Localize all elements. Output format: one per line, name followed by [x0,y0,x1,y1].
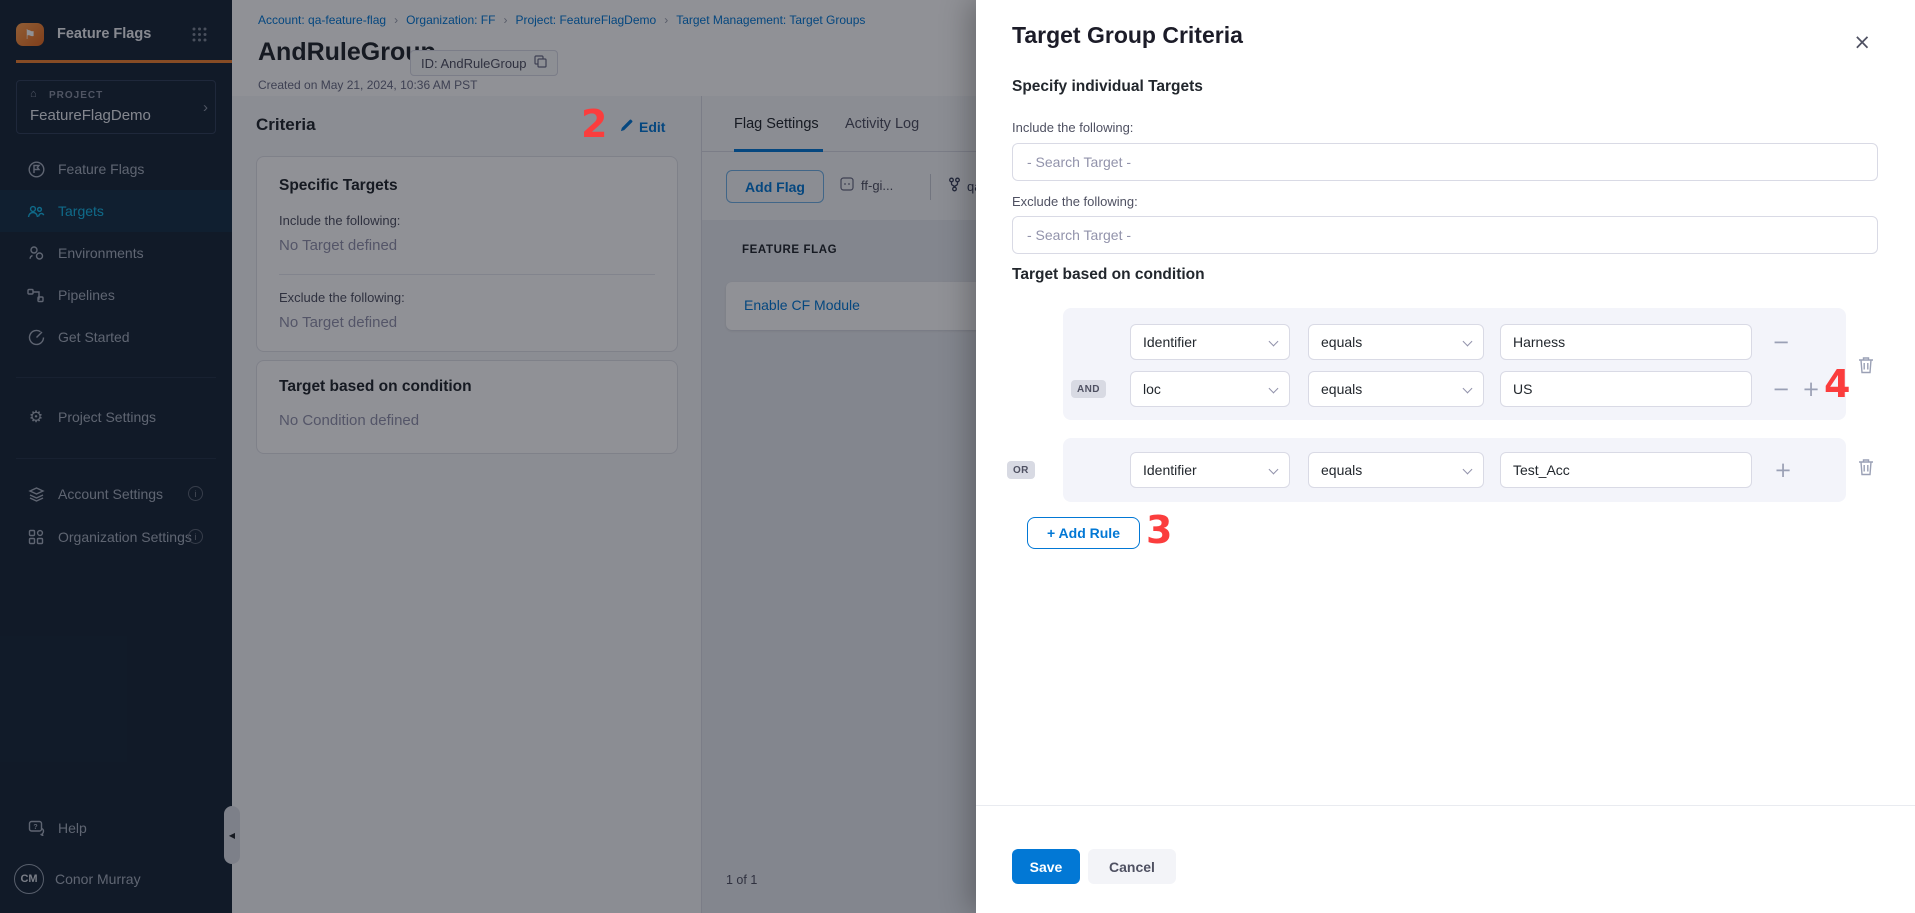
attribute-select[interactable]: Identifier [1130,452,1290,488]
exclude-target-search-input[interactable] [1012,216,1878,254]
condition-group-1: Identifier equals − AND loc equals [1063,308,1846,420]
chevron-down-icon [1269,465,1279,475]
attribute-select-value: Identifier [1143,334,1197,350]
attribute-select-value: Identifier [1143,462,1197,478]
specify-targets-heading: Specify individual Targets [1012,78,1203,96]
close-icon[interactable]: × [1853,32,1871,53]
drawer-footer-divider [976,805,1915,806]
operator-select-value: equals [1321,462,1362,478]
include-target-search-input[interactable] [1012,143,1878,181]
target-group-criteria-drawer: × Target Group Criteria Specify individu… [976,0,1915,913]
operator-select-value: equals [1321,381,1362,397]
operator-select-value: equals [1321,334,1362,350]
operator-select[interactable]: equals [1308,324,1484,360]
chevron-down-icon [1463,465,1473,475]
condition-value-input[interactable] [1500,371,1752,407]
operator-select[interactable]: equals [1308,371,1484,407]
condition-value-input[interactable] [1500,452,1752,488]
condition-group-2: Identifier equals + [1063,438,1846,502]
condition-row: Identifier equals − [1063,324,1846,360]
app-window: ⚑ Feature Flags ⌂ PROJECT FeatureFlagDem… [0,0,1915,913]
remove-condition-button[interactable]: − [1769,330,1793,354]
or-operator-chip: OR [1007,461,1035,479]
add-condition-button[interactable]: + [1771,458,1795,482]
chevron-down-icon [1269,337,1279,347]
condition-value-input[interactable] [1500,324,1752,360]
delete-rule-button[interactable] [1855,354,1877,378]
add-rule-button[interactable]: + Add Rule [1027,517,1140,549]
condition-row: loc equals − + [1063,371,1846,407]
remove-condition-button[interactable]: − [1769,377,1793,401]
annotation-step-4: 4 [1824,362,1850,406]
drawer-title: Target Group Criteria [1012,22,1243,49]
add-condition-button[interactable]: + [1799,377,1823,401]
condition-heading: Target based on condition [1012,266,1205,284]
operator-select[interactable]: equals [1308,452,1484,488]
chevron-down-icon [1463,337,1473,347]
chevron-down-icon [1463,384,1473,394]
condition-row: Identifier equals + [1063,452,1846,488]
delete-rule-button[interactable] [1855,456,1877,480]
annotation-step-3: 3 [1146,508,1172,552]
include-targets-label: Include the following: [1012,120,1133,135]
cancel-button[interactable]: Cancel [1088,849,1176,884]
annotation-step-2: 2 [581,102,607,146]
attribute-select-value: loc [1143,381,1161,397]
save-button[interactable]: Save [1012,849,1080,884]
attribute-select[interactable]: loc [1130,371,1290,407]
attribute-select[interactable]: Identifier [1130,324,1290,360]
exclude-targets-label: Exclude the following: [1012,194,1138,209]
chevron-down-icon [1269,384,1279,394]
